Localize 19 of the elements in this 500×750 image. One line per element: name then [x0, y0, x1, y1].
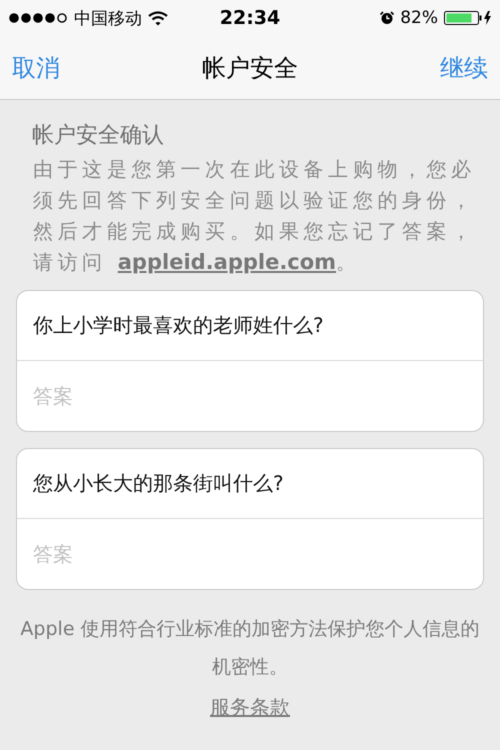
- appleid-link[interactable]: appleid.apple.com: [118, 250, 336, 274]
- wifi-icon: [148, 10, 168, 26]
- answer-field[interactable]: 答案: [16, 361, 484, 432]
- battery-charging-icon: [444, 10, 492, 26]
- question-label: 你上小学时最喜欢的老师姓什么?: [16, 290, 484, 361]
- screen-title: 帐户安全: [202, 52, 298, 84]
- alarm-icon: [380, 11, 394, 25]
- section-heading: 帐户安全确认: [31, 122, 165, 150]
- carrier-name: 中国移动: [74, 8, 142, 30]
- question-label: 您从小长大的那条街叫什么?: [16, 448, 484, 519]
- terms-link[interactable]: 服务条款: [210, 694, 290, 721]
- battery-percent: 82%: [400, 8, 438, 28]
- continue-button[interactable]: 继续: [440, 52, 488, 84]
- clock-time: 22:34: [220, 7, 280, 29]
- answer-field[interactable]: 答案: [16, 519, 484, 590]
- signal-icon: [8, 12, 68, 24]
- cancel-button[interactable]: 取消: [12, 52, 60, 84]
- privacy-note: Apple 使用符合行业标准的加密方法保护您个人信息的机密性。: [19, 617, 481, 680]
- intro-paragraph: 由于这是您第一次在此设备上购物，您必须先回答下列安全问题以验证您的身份，然后才能完成购买。如果您忘记了答案，请访问 appleid.apple.com。: [32, 156, 477, 276]
